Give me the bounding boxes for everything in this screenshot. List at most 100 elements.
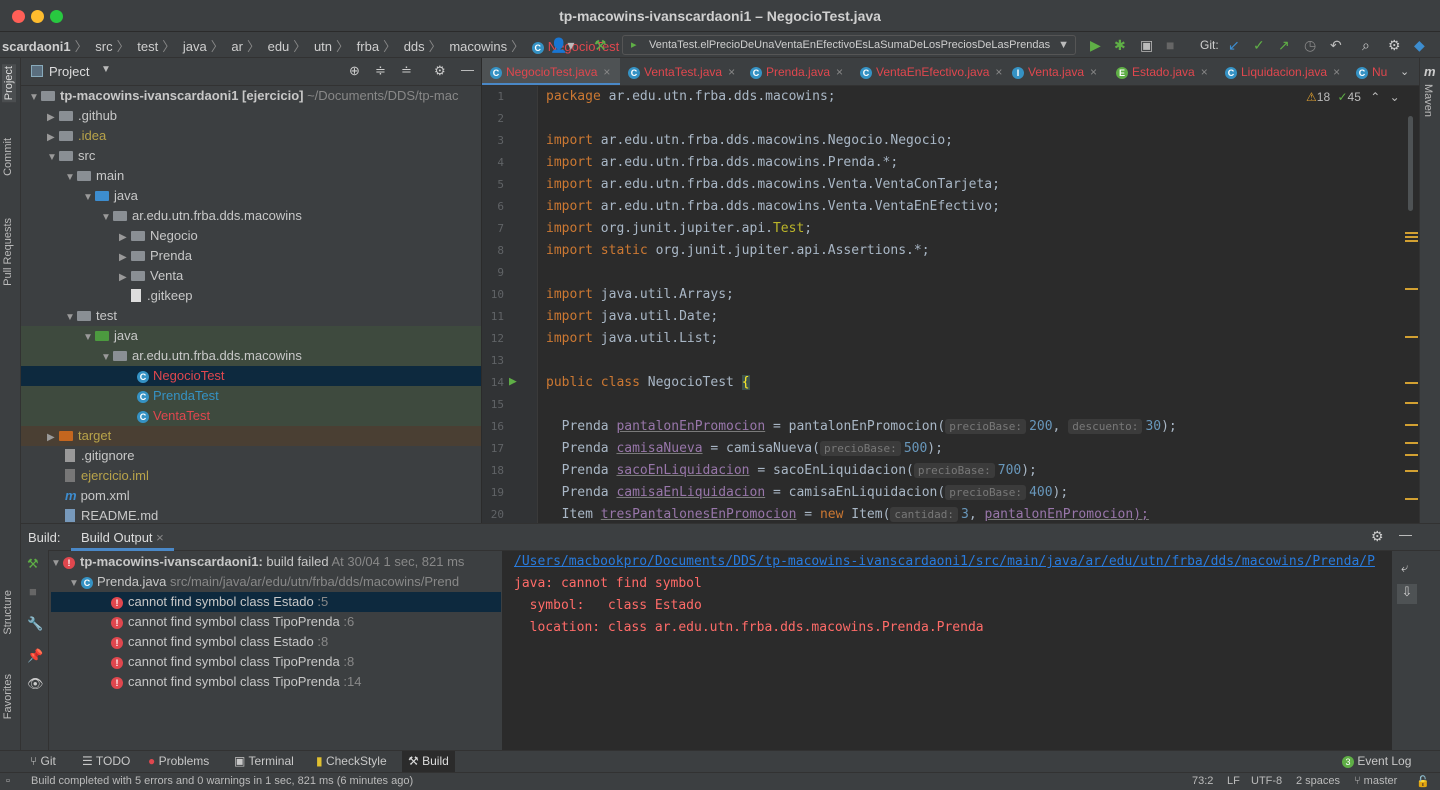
collapse-all-icon[interactable]: ≐ <box>401 63 412 79</box>
maven-tool-tab[interactable]: Maven <box>1422 84 1434 117</box>
git-push-icon[interactable]: ↗ <box>1278 36 1290 54</box>
tree-item-target[interactable]: ▶ target <box>21 426 481 446</box>
tab-prenda[interactable]: C Prenda.java × <box>742 58 843 85</box>
file-encoding[interactable]: UTF-8 <box>1251 775 1282 787</box>
coverage-icon[interactable]: ▣ <box>1140 36 1153 54</box>
git-branch[interactable]: ⑂ master <box>1354 775 1397 787</box>
tab-estado[interactable]: E Estado.java × <box>1108 58 1208 85</box>
tree-item-ventatest[interactable]: C VentaTest <box>21 406 481 426</box>
maven-icon[interactable]: m <box>1424 64 1436 79</box>
tree-item-test[interactable]: ▼ test <box>21 306 481 326</box>
tab-liquidacion[interactable]: C Liquidacion.java × <box>1217 58 1340 85</box>
breadcrumb-item[interactable]: test <box>137 39 158 54</box>
git-tool-button[interactable]: ⑂ Git <box>30 754 56 768</box>
code-editor[interactable]: package ar.edu.utn.frba.dds.macowins; im… <box>538 86 1408 523</box>
breadcrumb-item[interactable]: ar <box>231 39 243 54</box>
build-error-item[interactable]: ! cannot find symbol class TipoPrenda :8 <box>51 652 501 672</box>
run-configuration-select[interactable]: ▸ VentaTest.elPrecioDeUnaVentaEnEfectivo… <box>622 35 1076 55</box>
tab-negociotest[interactable]: C NegocioTest.java × <box>482 58 620 85</box>
breadcrumb-item[interactable]: java <box>183 39 207 54</box>
git-commit-icon[interactable]: ✓ <box>1253 36 1265 54</box>
build-error-item[interactable]: ! cannot find symbol class TipoPrenda :14 <box>51 672 501 692</box>
breadcrumb-item[interactable]: edu <box>268 39 290 54</box>
build-error-item[interactable]: ! cannot find symbol class TipoPrenda :6 <box>51 612 501 632</box>
build-console[interactable]: /Users/macbookpro/Documents/DDS/tp-macow… <box>502 551 1392 751</box>
project-tool-tab[interactable]: Project <box>2 64 16 103</box>
tree-item-venta[interactable]: ▶ Venta <box>21 266 481 286</box>
todo-tool-button[interactable]: ☰ TODO <box>82 754 130 768</box>
tree-item-test-java[interactable]: ▼ java <box>21 326 481 346</box>
hide-panel-icon[interactable]: — <box>1399 527 1412 542</box>
breadcrumb-item[interactable]: scardaoni1 <box>2 39 71 54</box>
lock-icon[interactable]: 🔓 <box>1416 775 1430 788</box>
tab-nu[interactable]: C Nu <box>1348 58 1387 85</box>
tree-item-gitkeep[interactable]: .gitkeep <box>21 286 481 306</box>
build-error-item[interactable]: ! cannot find symbol class Estado :8 <box>51 632 501 652</box>
close-icon[interactable]: × <box>156 530 164 545</box>
console-file-link[interactable]: /Users/macbookpro/Documents/DDS/tp-macow… <box>514 551 1375 573</box>
tree-item-readme[interactable]: README.md <box>21 506 481 523</box>
close-icon[interactable]: × <box>603 65 610 79</box>
scroll-to-end-icon[interactable]: ⇩ <box>1397 584 1417 604</box>
close-window-button[interactable] <box>12 10 25 23</box>
history-icon[interactable]: ◷ <box>1304 36 1316 54</box>
settings-icon[interactable]: ⚙ <box>1388 36 1401 54</box>
build-hammer-icon[interactable]: ⚒ <box>27 556 39 572</box>
problems-tool-button[interactable]: ● Problems <box>148 754 209 768</box>
tree-item-test-package[interactable]: ▼ ar.edu.utn.frba.dds.macowins <box>21 346 481 366</box>
chevron-down-icon[interactable]: ⌄ <box>1390 90 1400 104</box>
event-log-button[interactable]: 3 Event Log <box>1342 754 1411 768</box>
run-icon[interactable]: ▶ <box>1090 36 1101 54</box>
tab-build-output[interactable]: Build Output × <box>71 524 174 551</box>
wrench-icon[interactable]: 🔧 <box>27 616 43 632</box>
git-update-icon[interactable]: ↙ <box>1228 36 1240 54</box>
tree-item-negociotest[interactable]: C NegocioTest <box>21 366 481 386</box>
eye-icon[interactable]: 👁 <box>27 676 44 692</box>
stop-icon[interactable]: ■ <box>1166 36 1174 54</box>
build-hammer-icon[interactable]: ⚒ <box>594 36 607 54</box>
tab-ventaenefectivo[interactable]: C VentaEnEfectivo.java × <box>852 58 1002 85</box>
stop-icon[interactable]: ■ <box>29 584 37 599</box>
tree-item-root[interactable]: ▼ tp-macowins-ivanscardaoni1 [ejercicio] … <box>21 86 481 106</box>
tree-item-negocio[interactable]: ▶ Negocio <box>21 226 481 246</box>
tree-item-prenda[interactable]: ▶ Prenda <box>21 246 481 266</box>
chevron-down-icon[interactable]: ⌄ <box>1400 65 1409 78</box>
close-icon[interactable]: × <box>1201 65 1208 79</box>
build-file-item[interactable]: ▼ C Prenda.java src/main/java/ar/edu/utn/f… <box>69 572 519 592</box>
tree-item-gitignore[interactable]: .gitignore <box>21 446 481 466</box>
minimize-window-button[interactable] <box>31 10 44 23</box>
project-panel-title[interactable]: Project <box>49 64 89 79</box>
debug-icon[interactable]: ✱ <box>1114 36 1126 54</box>
close-icon[interactable]: × <box>1333 65 1340 79</box>
rollback-icon[interactable]: ↶ <box>1330 36 1342 54</box>
hide-panel-icon[interactable]: — <box>461 62 474 77</box>
tree-item-package[interactable]: ▼ ar.edu.utn.frba.dds.macowins <box>21 206 481 226</box>
status-message[interactable]: Build completed with 5 errors and 0 warn… <box>31 775 413 787</box>
chevron-down-icon[interactable]: ▼ <box>101 64 111 75</box>
breadcrumb-item[interactable]: frba <box>357 39 379 54</box>
tab-venta[interactable]: I Venta.java × <box>1004 58 1097 85</box>
build-root-item[interactable]: ▼! tp-macowins-ivanscardaoni1: build fail… <box>51 552 501 572</box>
tab-ventatest[interactable]: C VentaTest.java × <box>620 58 735 85</box>
breadcrumb-item[interactable]: macowins <box>449 39 507 54</box>
tree-item-java[interactable]: ▼ java <box>21 186 481 206</box>
tree-item-prendatest[interactable]: C PrendaTest <box>21 386 481 406</box>
breadcrumb-item[interactable]: utn <box>314 39 332 54</box>
expand-all-icon[interactable]: ≑ <box>375 63 386 79</box>
checkstyle-tool-button[interactable]: ▮ CheckStyle <box>316 754 387 768</box>
gear-icon[interactable]: ⚙ <box>434 63 446 79</box>
account-icon[interactable]: 👤▾ <box>550 36 574 54</box>
tree-item-src[interactable]: ▼ src <box>21 146 481 166</box>
tree-item-github[interactable]: ▶ .github <box>21 106 481 126</box>
inspection-widget[interactable]: ⚠18 ✓45 ⌃ ⌄ <box>1306 90 1400 104</box>
search-icon[interactable]: ⌕ <box>1362 36 1370 54</box>
locate-icon[interactable]: ⊕ <box>349 63 360 79</box>
line-separator[interactable]: LF <box>1227 775 1240 787</box>
caret-position[interactable]: 73:2 <box>1192 775 1213 787</box>
close-icon[interactable]: × <box>836 65 843 79</box>
maximize-window-button[interactable] <box>50 10 63 23</box>
breadcrumb-item[interactable]: dds <box>404 39 425 54</box>
close-icon[interactable]: × <box>995 65 1002 79</box>
editor-scrollbar[interactable] <box>1400 86 1419 523</box>
plugin-icon[interactable]: ◆ <box>1414 36 1425 54</box>
